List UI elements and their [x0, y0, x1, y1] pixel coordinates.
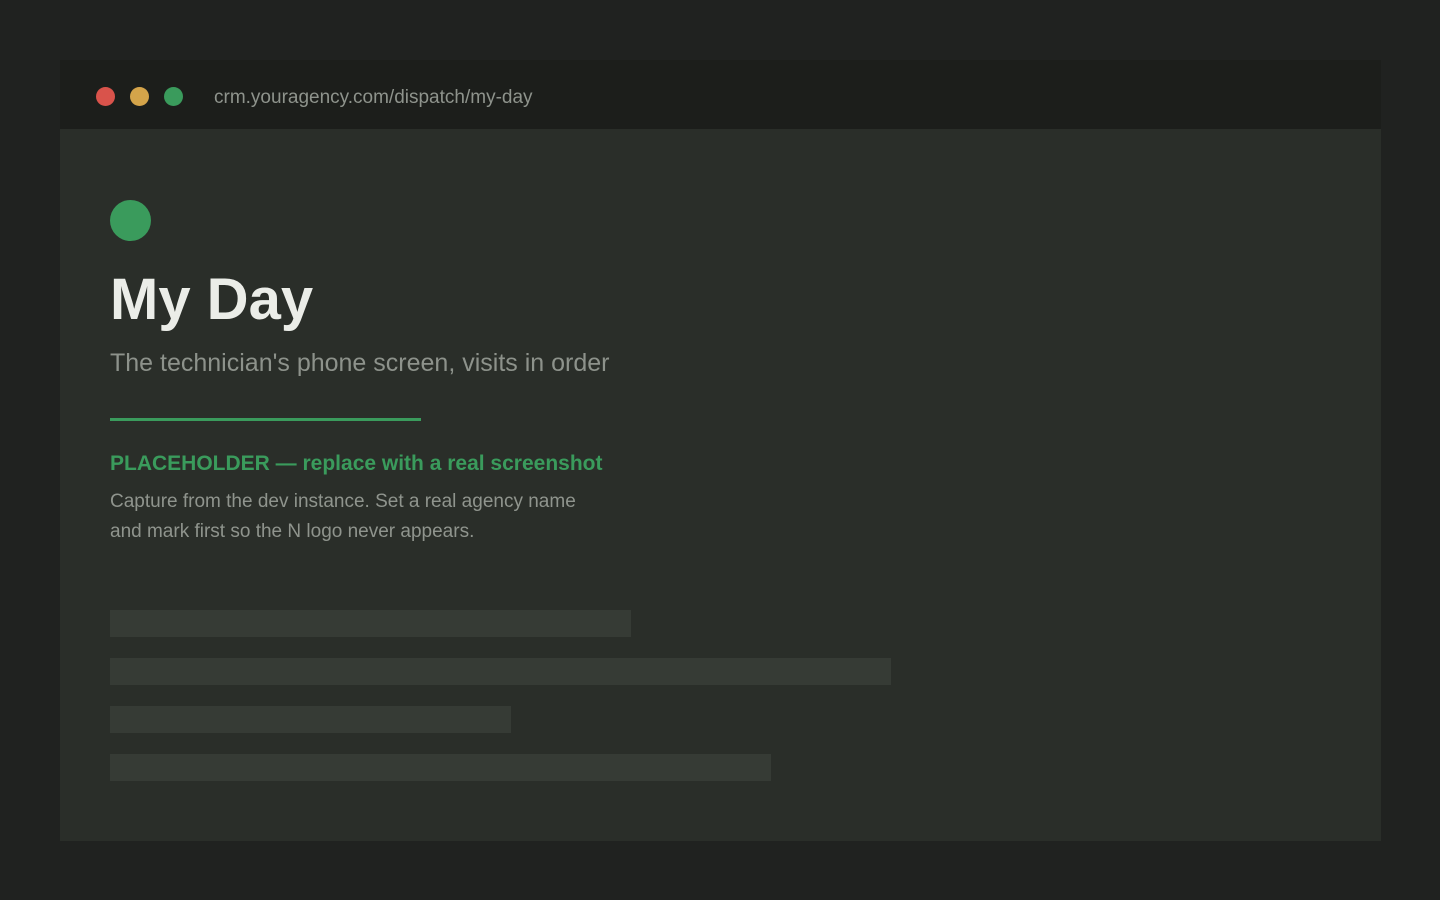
skeleton-row: [110, 754, 771, 781]
minimize-window-button[interactable]: [130, 87, 149, 106]
placeholder-note-line: Capture from the dev instance. Set a rea…: [110, 491, 576, 512]
address-bar-url[interactable]: crm.youragency.com/dispatch/my-day: [214, 86, 533, 110]
skeleton-row: [110, 658, 891, 685]
browser-titlebar: crm.youragency.com/dispatch/my-day: [60, 60, 1381, 129]
maximize-window-button[interactable]: [164, 87, 183, 106]
close-window-button[interactable]: [96, 87, 115, 106]
page-content: My Day The technician's phone screen, vi…: [60, 129, 1381, 841]
page-subtitle: The technician's phone screen, visits in…: [110, 349, 610, 377]
skeleton-row: [110, 706, 511, 733]
browser-window: crm.youragency.com/dispatch/my-day My Da…: [60, 60, 1381, 841]
placeholder-heading: PLACEHOLDER — replace with a real screen…: [110, 452, 603, 475]
page-title: My Day: [110, 267, 314, 332]
accent-divider: [110, 418, 421, 421]
skeleton-row: [110, 610, 631, 637]
placeholder-note: Capture from the dev instance. Set a rea…: [110, 487, 650, 547]
brand-mark-icon: [110, 200, 151, 241]
placeholder-note-line: and mark first so the N logo never appea…: [110, 521, 475, 542]
